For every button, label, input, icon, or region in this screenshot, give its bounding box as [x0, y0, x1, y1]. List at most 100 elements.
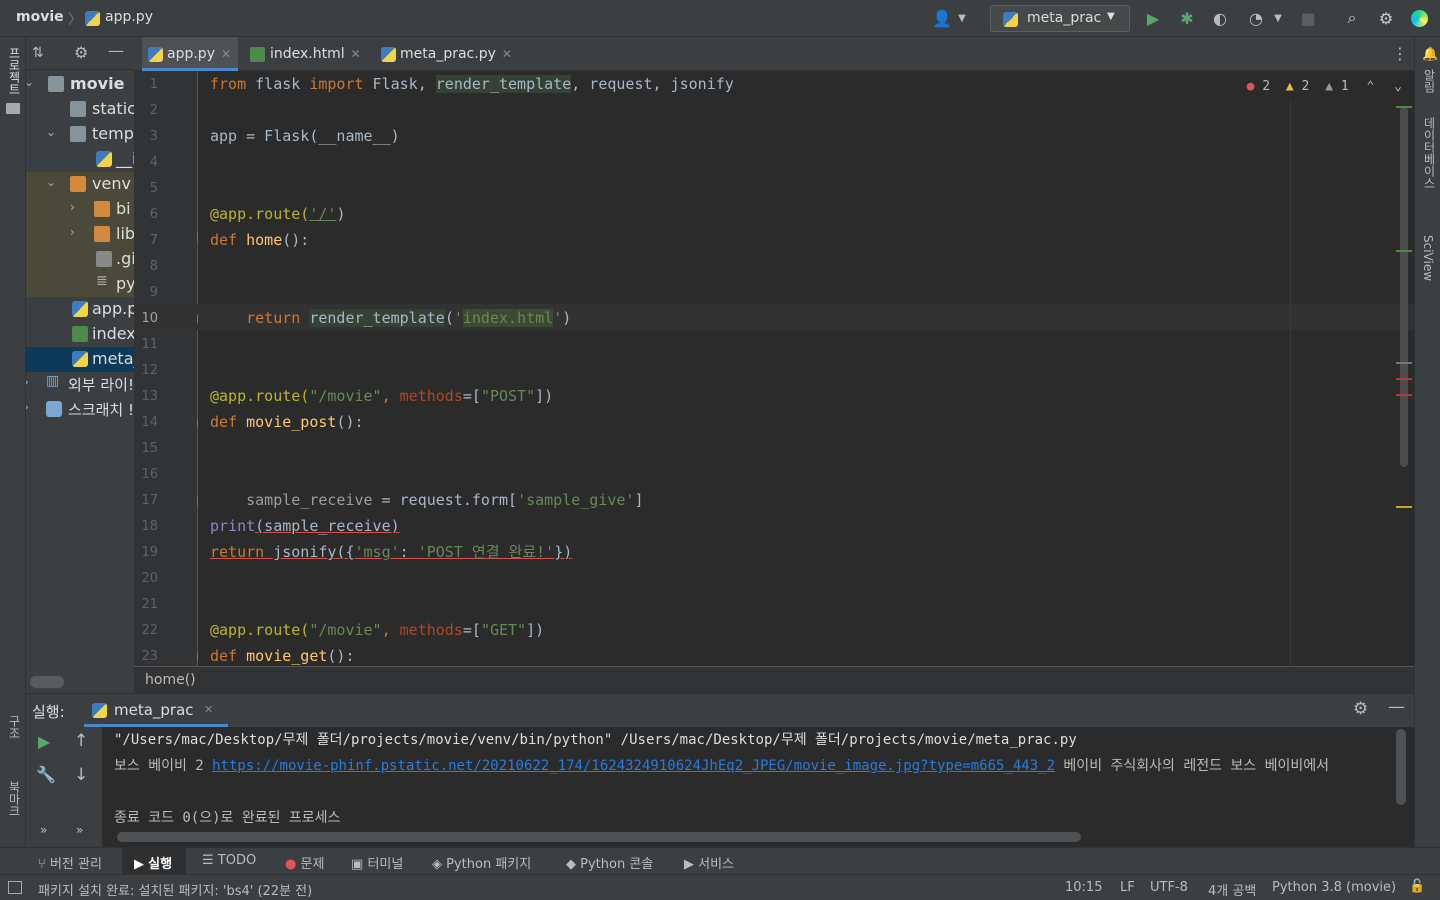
status-encoding[interactable]: UTF-8 — [1150, 880, 1188, 895]
chevron-down-icon[interactable]: ▼ — [952, 8, 972, 28]
nav-file-name[interactable]: app.py — [105, 9, 153, 25]
run-tab-meta-prac[interactable]: meta_prac ✕ — [84, 694, 228, 727]
gear-icon[interactable]: ⚙ — [1376, 8, 1396, 28]
tool-run[interactable]: ▶ 실행 — [134, 853, 172, 872]
nav-project-name[interactable]: movie — [16, 9, 64, 25]
close-icon[interactable]: ✕ — [204, 703, 213, 716]
tree-item-venv[interactable]: ⌄ venv — [26, 172, 134, 197]
more-options-icon[interactable]: ⋮ — [1392, 44, 1408, 63]
tree-item-scratches[interactable]: › 스크래치 ! — [26, 397, 134, 422]
status-line-separator[interactable]: LF — [1120, 880, 1135, 895]
chevron-down-icon[interactable]: ▼ — [1268, 8, 1288, 28]
close-icon[interactable]: ✕ — [221, 47, 231, 61]
tab-index-html[interactable]: index.html ✕ — [246, 37, 371, 71]
tree-item-lib[interactable]: › lib — [26, 222, 134, 247]
tree-item-index-html[interactable]: index — [26, 322, 134, 347]
debug-icon[interactable]: ✱ — [1177, 8, 1197, 28]
bell-icon[interactable]: 🔔 — [1422, 47, 1438, 62]
breadcrumb-item[interactable]: home() — [145, 672, 196, 688]
previous-highlight-icon[interactable]: ⌃ — [1367, 79, 1375, 94]
console-link[interactable]: https://movie-phinf.pstatic.net/20210622… — [212, 758, 1055, 774]
console-vertical-scrollbar[interactable] — [1396, 729, 1406, 805]
tab-meta-prac-py[interactable]: meta_prac.py ✕ — [379, 37, 519, 71]
gear-icon[interactable]: ⚙ — [1353, 699, 1368, 719]
status-indent[interactable]: 4개 공백 — [1208, 880, 1256, 899]
search-icon[interactable]: ⌕ — [1342, 8, 1362, 28]
editor-error-stripe[interactable] — [1396, 101, 1414, 666]
wrench-icon[interactable]: 🔧 — [36, 765, 56, 784]
tree-item-label: .gi — [116, 249, 134, 268]
user-icon[interactable]: 👤 — [932, 8, 952, 28]
console-horizontal-scrollbar[interactable] — [117, 832, 1081, 842]
rerun-icon[interactable]: ▶ — [38, 732, 50, 751]
tree-item-gitignore[interactable]: .gi — [26, 247, 134, 272]
sciview-tool-label[interactable]: SciView — [1421, 235, 1435, 281]
tab-app-py[interactable]: app.py ✕ — [142, 37, 238, 71]
structure-tool-label[interactable]: 구조 — [6, 715, 23, 739]
collapse-all-icon[interactable]: ⇅ — [32, 45, 44, 61]
chevron-right-icon: › — [26, 400, 29, 414]
stop-icon[interactable]: ■ — [1298, 8, 1318, 28]
run-config-selector[interactable]: meta_prac ▼ — [990, 5, 1130, 32]
close-icon[interactable]: ✕ — [502, 47, 512, 61]
project-tool-label[interactable]: 프로젝트 — [6, 47, 23, 95]
profile-icon[interactable]: ◔ — [1246, 8, 1266, 28]
status-message[interactable]: 패키지 설치 완료: 설치된 패키지: 'bs4' (22분 전) — [38, 880, 312, 899]
tree-item-app-py[interactable]: app.p — [26, 297, 134, 322]
run-icon[interactable]: ▶ — [1143, 8, 1163, 28]
tree-item-meta-prac[interactable]: meta_ — [26, 347, 134, 372]
tree-item-label: __i — [116, 149, 134, 168]
minimize-icon[interactable]: — — [108, 41, 124, 60]
tree-item-label: venv — [92, 174, 131, 193]
run-tab-label: meta_prac — [114, 701, 194, 719]
tree-item-external-libraries[interactable]: › ▥ 외부 라이! — [26, 372, 134, 397]
tool-todo[interactable]: ☰ TODO — [202, 853, 256, 868]
tool-services[interactable]: ▶ 서비스 — [684, 853, 734, 872]
tree-item-templates[interactable]: ⌄ temp — [26, 122, 134, 147]
chevron-right-icon: › — [70, 225, 75, 239]
more-icon[interactable]: » — [40, 823, 47, 837]
tool-python-packages[interactable]: ◈ Python 패키지 — [432, 853, 531, 872]
notifications-tool-label[interactable]: 알림 — [1421, 69, 1438, 93]
gear-icon[interactable]: ⚙ — [74, 43, 88, 62]
tool-terminal[interactable]: ▣ 터미널 — [351, 853, 403, 872]
minimize-icon[interactable]: — — [1388, 697, 1405, 717]
database-tool-label[interactable]: 데이터베이스 — [1421, 117, 1438, 189]
run-config-label: meta_prac — [1027, 10, 1102, 26]
tree-item-static[interactable]: static — [26, 97, 134, 122]
close-icon[interactable]: ✕ — [351, 47, 361, 61]
tree-item-pyvenv[interactable]: ≣ py — [26, 272, 134, 297]
tool-python-console[interactable]: ◆ Python 콘솔 — [566, 853, 653, 872]
tool-windows-icon[interactable] — [8, 881, 22, 894]
tree-item-movie[interactable]: ⌄ movie — [26, 72, 134, 97]
line-number: 23 — [141, 649, 158, 664]
tree-item-init[interactable]: __i — [26, 147, 134, 172]
tool-problems[interactable]: ● 문제 — [285, 853, 324, 872]
coverage-icon[interactable]: ◐ — [1210, 8, 1230, 28]
more-icon[interactable]: » — [76, 823, 83, 837]
project-horizontal-scrollbar[interactable] — [30, 676, 64, 688]
pycharm-logo-icon[interactable] — [1411, 10, 1428, 27]
status-interpreter[interactable]: Python 3.8 (movie) — [1272, 880, 1396, 895]
console-line: "/Users/mac/Desktop/무제 폴더/projects/movie… — [114, 732, 1077, 748]
line-number: 12 — [141, 363, 158, 378]
next-highlight-icon[interactable]: ⌄ — [1394, 79, 1402, 94]
editor-tabs: app.py ✕ index.html ✕ meta_prac.py ✕ ⋮ — [134, 37, 1414, 71]
tree-item-bin[interactable]: › bi — [26, 197, 134, 222]
tool-version-control[interactable]: ⑂ 버전 관리 — [38, 853, 102, 872]
status-caret-position[interactable]: 10:15 — [1065, 880, 1102, 895]
error-count: 2 — [1262, 79, 1271, 94]
folder-icon[interactable] — [6, 103, 20, 114]
change-marker — [1396, 250, 1412, 252]
tree-item-label: meta_ — [92, 349, 134, 368]
run-console[interactable]: "/Users/mac/Desktop/무제 폴더/projects/movie… — [102, 727, 1414, 829]
unlock-icon[interactable]: 🔓 — [1409, 879, 1425, 894]
editor-scroll-thumb[interactable] — [1400, 107, 1408, 467]
arrow-down-icon[interactable]: ↓ — [74, 765, 88, 785]
python-icon — [92, 703, 107, 718]
inspection-widget[interactable]: ● 2 ▲ 2 ▲ 1 ⌃ ⌄ — [1247, 79, 1402, 94]
code-editor[interactable]: from flask import Flask, render_template… — [198, 71, 1414, 666]
bookmarks-tool-label[interactable]: 북마크 — [6, 781, 23, 817]
python-file-icon — [85, 11, 100, 26]
arrow-up-icon[interactable]: ↑ — [74, 731, 88, 751]
